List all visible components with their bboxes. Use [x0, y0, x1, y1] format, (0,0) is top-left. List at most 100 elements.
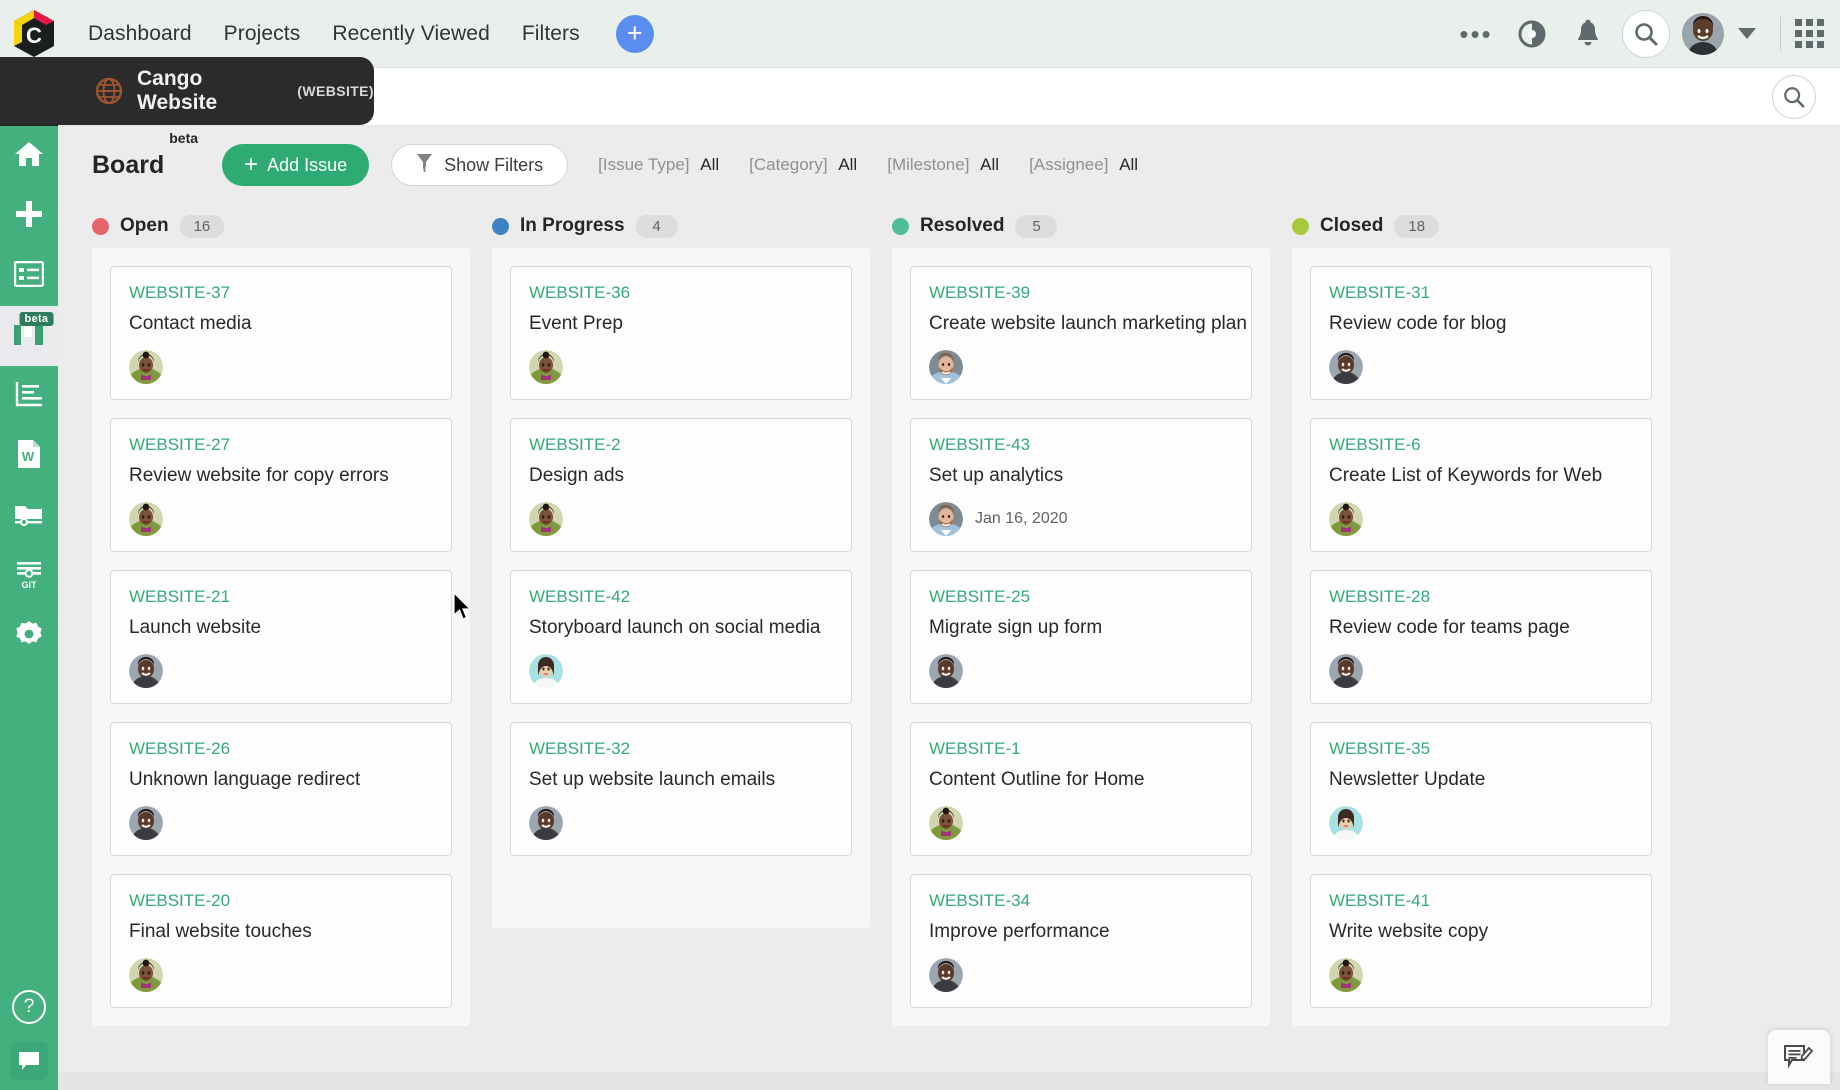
issue-key[interactable]: WEBSITE-6 — [1329, 435, 1633, 455]
issue-card[interactable]: WEBSITE-43Set up analyticsJan 16, 2020 — [910, 418, 1252, 552]
filter-assignee[interactable]: [Assignee] All — [1029, 155, 1138, 175]
issue-card[interactable]: WEBSITE-28Review code for teams page — [1310, 570, 1652, 704]
assignee-avatar[interactable] — [1329, 350, 1363, 384]
more-options-icon[interactable]: ••• — [1448, 14, 1504, 54]
issue-card[interactable]: WEBSITE-42Storyboard launch on social me… — [510, 570, 852, 704]
assignee-avatar[interactable] — [1329, 654, 1363, 688]
report-icon — [14, 380, 44, 413]
assignee-avatar[interactable] — [129, 958, 163, 992]
eye-circle-icon[interactable] — [1504, 10, 1560, 58]
filter-category[interactable]: [Category] All — [749, 155, 857, 175]
assignee-avatar[interactable] — [929, 958, 963, 992]
notifications-bell-icon[interactable] — [1560, 10, 1616, 58]
issue-title: Migrate sign up form — [929, 617, 1233, 639]
sidebar-item-issues[interactable] — [0, 246, 58, 306]
chat-support-icon[interactable] — [10, 1042, 48, 1080]
assignee-avatar[interactable] — [929, 806, 963, 840]
nav-link-filters[interactable]: Filters — [506, 22, 596, 46]
issue-key[interactable]: WEBSITE-34 — [929, 891, 1233, 911]
filter-milestone[interactable]: [Milestone] All — [887, 155, 999, 175]
svg-text:C: C — [26, 23, 42, 48]
issue-key[interactable]: WEBSITE-43 — [929, 435, 1233, 455]
assignee-avatar[interactable] — [1329, 502, 1363, 536]
nav-link-recently-viewed[interactable]: Recently Viewed — [316, 22, 506, 46]
issue-card[interactable]: WEBSITE-34Improve performance — [910, 874, 1252, 1008]
nav-divider — [1780, 17, 1781, 51]
add-issue-button[interactable]: + Add Issue — [222, 144, 369, 186]
issue-card[interactable]: WEBSITE-41Write website copy — [1310, 874, 1652, 1008]
sidebar-item-reports[interactable] — [0, 366, 58, 426]
sidebar-item-documents[interactable]: W — [0, 426, 58, 486]
global-search-button[interactable] — [1622, 10, 1670, 58]
issue-card[interactable]: WEBSITE-37Contact media — [110, 266, 452, 400]
issue-card[interactable]: WEBSITE-2Design ads — [510, 418, 852, 552]
sidebar-item-files[interactable] — [0, 486, 58, 546]
issue-title: Create List of Keywords for Web — [1329, 465, 1633, 487]
column-header: In Progress4 — [492, 204, 870, 248]
assignee-avatar[interactable] — [129, 502, 163, 536]
issue-card[interactable]: WEBSITE-32Set up website launch emails — [510, 722, 852, 856]
issue-card[interactable]: WEBSITE-39 Create website launch marketin… — [910, 266, 1252, 400]
help-icon[interactable]: ? — [12, 990, 46, 1024]
project-search-button[interactable] — [1772, 75, 1816, 119]
issue-key[interactable]: WEBSITE-1 — [929, 739, 1233, 759]
assignee-avatar[interactable] — [529, 350, 563, 384]
issue-key[interactable]: WEBSITE-39 — [929, 283, 1233, 303]
filter-assignee-value: All — [1119, 155, 1138, 174]
sidebar-item-settings[interactable] — [0, 606, 58, 666]
user-avatar[interactable] — [1682, 13, 1724, 55]
issue-card[interactable]: WEBSITE-26Unknown language redirect — [110, 722, 452, 856]
sidebar-item-git[interactable]: GIT — [0, 546, 58, 606]
svg-text:GIT: GIT — [22, 580, 38, 590]
nav-link-projects[interactable]: Projects — [208, 22, 317, 46]
create-new-button[interactable]: + — [616, 15, 654, 53]
issue-key[interactable]: WEBSITE-20 — [129, 891, 433, 911]
assignee-avatar[interactable] — [929, 502, 963, 536]
assignee-avatar[interactable] — [529, 502, 563, 536]
compose-feedback-button[interactable] — [1768, 1030, 1830, 1084]
filter-category-value: All — [838, 155, 857, 174]
issue-key[interactable]: WEBSITE-2 — [529, 435, 833, 455]
issue-key[interactable]: WEBSITE-21 — [129, 587, 433, 607]
issue-card[interactable]: WEBSITE-25 Migrate sign up form — [910, 570, 1252, 704]
project-popover[interactable]: Cango Website (WEBSITE) — [0, 57, 374, 125]
issue-key[interactable]: WEBSITE-31 — [1329, 283, 1633, 303]
assignee-avatar[interactable] — [1329, 806, 1363, 840]
issue-card[interactable]: WEBSITE-21Launch website — [110, 570, 452, 704]
app-switcher-grid-icon[interactable] — [1795, 19, 1824, 48]
issue-key[interactable]: WEBSITE-35 — [1329, 739, 1633, 759]
assignee-avatar[interactable] — [529, 654, 563, 688]
assignee-avatar[interactable] — [129, 654, 163, 688]
issue-key[interactable]: WEBSITE-36 — [529, 283, 833, 303]
issue-key[interactable]: WEBSITE-28 — [1329, 587, 1633, 607]
assignee-avatar[interactable] — [1329, 958, 1363, 992]
assignee-avatar[interactable] — [129, 806, 163, 840]
issue-key[interactable]: WEBSITE-42 — [529, 587, 833, 607]
issue-card[interactable]: WEBSITE-31Review code for blog — [1310, 266, 1652, 400]
issue-card[interactable]: WEBSITE-27Review website for copy errors — [110, 418, 452, 552]
issue-card[interactable]: WEBSITE-20Final website touches — [110, 874, 452, 1008]
issue-card[interactable]: WEBSITE-35Newsletter Update — [1310, 722, 1652, 856]
issue-key[interactable]: WEBSITE-37 — [129, 283, 433, 303]
issue-title: Create website launch marketing plan — [929, 313, 1233, 335]
issue-card[interactable]: WEBSITE-6 Create List of Keywords for Web — [1310, 418, 1652, 552]
user-menu-chevron-down-icon[interactable] — [1738, 28, 1756, 39]
issue-key[interactable]: WEBSITE-41 — [1329, 891, 1633, 911]
sidebar-item-add[interactable] — [0, 186, 58, 246]
issue-key[interactable]: WEBSITE-32 — [529, 739, 833, 759]
nav-link-dashboard[interactable]: Dashboard — [72, 22, 208, 46]
assignee-avatar[interactable] — [929, 654, 963, 688]
assignee-avatar[interactable] — [129, 350, 163, 384]
sidebar-item-board[interactable]: beta — [0, 306, 58, 366]
assignee-avatar[interactable] — [929, 350, 963, 384]
assignee-avatar[interactable] — [529, 806, 563, 840]
issue-key[interactable]: WEBSITE-26 — [129, 739, 433, 759]
issue-card[interactable]: WEBSITE-1Content Outline for Home — [910, 722, 1252, 856]
filter-issue-type[interactable]: [Issue Type] All — [598, 155, 719, 175]
board-beta-label: beta — [169, 130, 198, 146]
issue-key[interactable]: WEBSITE-25 — [929, 587, 1233, 607]
sidebar-item-home[interactable] — [0, 126, 58, 186]
show-filters-button[interactable]: Show Filters — [391, 144, 568, 186]
issue-key[interactable]: WEBSITE-27 — [129, 435, 433, 455]
issue-card[interactable]: WEBSITE-36Event Prep — [510, 266, 852, 400]
